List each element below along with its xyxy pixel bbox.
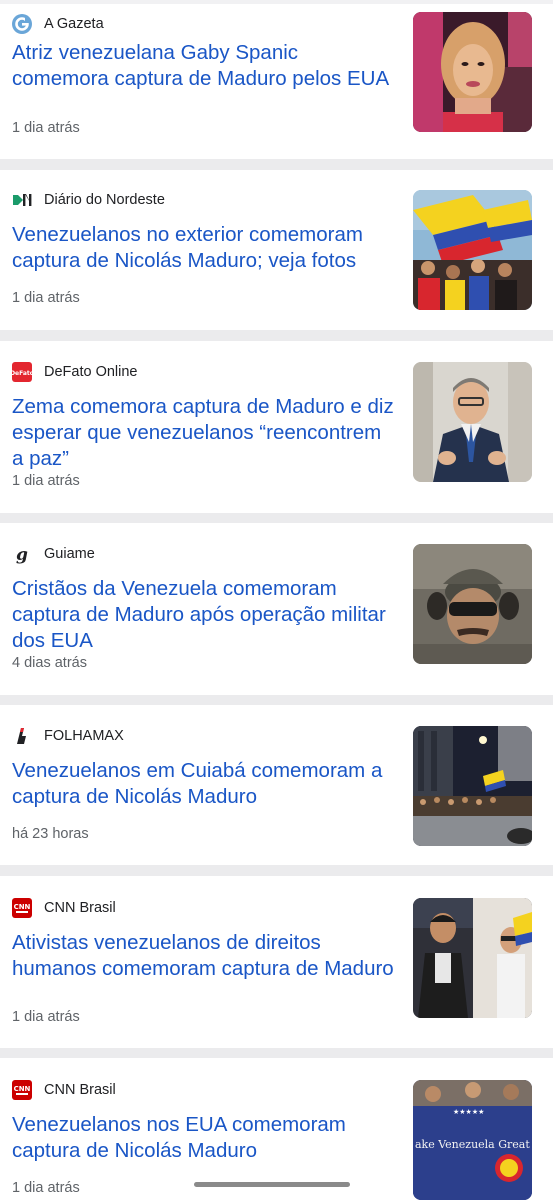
headline-link[interactable]: Atriz venezuelana Gaby Spanic comemora c… — [12, 40, 397, 92]
source-row: CNN CNN Brasil — [12, 1080, 116, 1100]
article-thumbnail[interactable] — [413, 544, 532, 664]
timestamp: 4 dias atrás — [12, 655, 87, 671]
timestamp: 1 dia atrás — [12, 1009, 80, 1025]
source-name: Guiame — [44, 546, 95, 562]
timestamp: 1 dia atrás — [12, 120, 80, 136]
cnn-brasil-logo-icon: CNN — [12, 1080, 32, 1100]
svg-text:DeFato: DeFato — [12, 370, 32, 377]
article-thumbnail[interactable] — [413, 362, 532, 482]
folhamax-logo-icon — [12, 726, 32, 746]
news-card[interactable]: DeFato DeFato Online Zema comemora captu… — [0, 341, 553, 513]
svg-text:CNN: CNN — [14, 1085, 31, 1093]
flag-text: ake Venezuela Great Again — [415, 1138, 532, 1151]
svg-text:★★★★★: ★★★★★ — [453, 1108, 484, 1116]
headline-link[interactable]: Venezuelanos no exterior comemoram captu… — [12, 222, 397, 274]
source-row: CNN CNN Brasil — [12, 898, 116, 918]
timestamp: 1 dia atrás — [12, 473, 80, 489]
news-card[interactable]: g Guiame Cristãos da Venezuela comemoram… — [0, 523, 553, 695]
article-thumbnail[interactable] — [413, 12, 532, 132]
timestamp: 1 dia atrás — [12, 290, 80, 306]
source-name: CNN Brasil — [44, 900, 116, 916]
source-name: FOLHAMAX — [44, 728, 124, 744]
headline-link[interactable]: Ativistas venezuelanos de direitos human… — [12, 930, 397, 982]
article-thumbnail[interactable] — [413, 726, 532, 846]
source-row: Diário do Nordeste — [12, 190, 165, 210]
news-card[interactable]: Diário do Nordeste Venezuelanos no exter… — [0, 170, 553, 330]
home-indicator[interactable] — [194, 1182, 350, 1187]
source-row: FOLHAMAX — [12, 726, 124, 746]
source-row: DeFato DeFato Online — [12, 362, 138, 382]
diario-do-nordeste-logo-icon — [12, 190, 32, 210]
timestamp: há 23 horas — [12, 826, 89, 842]
article-thumbnail[interactable] — [413, 190, 532, 310]
source-row: A Gazeta — [12, 14, 104, 34]
a-gazeta-logo-icon — [12, 14, 32, 34]
news-card[interactable]: CNN CNN Brasil Venezuelanos nos EUA come… — [0, 1058, 553, 1200]
headline-link[interactable]: Cristãos da Venezuela comemoram captura … — [12, 576, 397, 654]
svg-text:g: g — [16, 545, 28, 564]
news-card[interactable]: A Gazeta Atriz venezuelana Gaby Spanic c… — [0, 4, 553, 159]
article-thumbnail[interactable]: ★★★★★ ake Venezuela Great Again — [413, 1080, 532, 1200]
source-row: g Guiame — [12, 544, 95, 564]
svg-text:CNN: CNN — [14, 903, 31, 911]
timestamp: 1 dia atrás — [12, 1180, 80, 1196]
headline-link[interactable]: Venezuelanos nos EUA comemoram captura d… — [12, 1112, 397, 1164]
article-thumbnail[interactable] — [413, 898, 532, 1018]
source-name: DeFato Online — [44, 364, 138, 380]
cnn-brasil-logo-icon: CNN — [12, 898, 32, 918]
headline-link[interactable]: Venezuelanos em Cuiabá comemoram a captu… — [12, 758, 397, 810]
source-name: CNN Brasil — [44, 1082, 116, 1098]
news-card[interactable]: FOLHAMAX Venezuelanos em Cuiabá comemora… — [0, 705, 553, 865]
defato-online-logo-icon: DeFato — [12, 362, 32, 382]
headline-link[interactable]: Zema comemora captura de Maduro e diz es… — [12, 394, 397, 472]
source-name: Diário do Nordeste — [44, 192, 165, 208]
guiame-logo-icon: g — [12, 544, 32, 564]
source-name: A Gazeta — [44, 16, 104, 32]
news-feed: A Gazeta Atriz venezuelana Gaby Spanic c… — [0, 0, 553, 1200]
news-card[interactable]: CNN CNN Brasil Ativistas venezuelanos de… — [0, 876, 553, 1048]
